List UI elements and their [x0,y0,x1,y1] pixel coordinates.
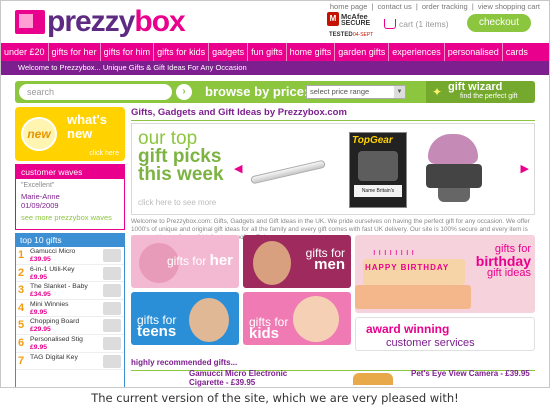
carousel-prev-icon[interactable]: ◀ [234,162,242,175]
product-thumbnail [103,301,121,315]
cart-count: (1 items) [415,19,449,29]
top-10-item[interactable]: 7 TAG Digital Key [16,353,124,371]
nav-item-gifts-for-kids[interactable]: gifts for kids [154,43,210,61]
review-quote: "Excellent" [21,182,55,189]
customer-waves-box: customer waves "Excellent" Marie-Anne 01/… [15,164,125,230]
price-range-select[interactable]: select price range ▼ [306,85,406,99]
main-nav: under £20 gifts for her gifts for him gi… [1,43,549,61]
home-page-link[interactable]: home page [330,2,368,11]
top-10-item[interactable]: 3 The Slanket - Baby £34.95 [16,282,124,300]
shopping-cart-icon [384,19,396,29]
whats-new-banner[interactable]: new what's new click here [15,107,125,161]
nav-item-garden-gifts[interactable]: garden gifts [335,43,390,61]
product-thumbnail [103,284,121,298]
logo-text: prezzybox [47,5,186,38]
checkout-button[interactable]: checkout [467,14,531,32]
nav-item-cards[interactable]: cards [503,43,531,61]
new-badge: new [21,117,57,151]
nav-item-gadgets[interactable]: gadgets [209,43,249,61]
reviewer-name: Marie-Anne [21,192,60,201]
top-10-item[interactable]: 2 6-in-1 Utili-Key £9.95 [16,265,124,283]
top-gift-picks-carousel: our top gift picks this week click here to… [131,123,535,215]
tile-gifts-for-men[interactable]: gifts for men [243,235,351,288]
browse-by-price-label: browse by price: [205,84,309,99]
top-links: home page | contact us | order tracking … [329,2,540,11]
candles-icon: ıııııııı [373,247,418,257]
prezzybox-logo[interactable]: prezzybox [15,5,186,38]
order-tracking-link[interactable]: order tracking [422,2,468,11]
search-input[interactable]: search [19,84,172,100]
gift-wizard-button[interactable]: ✦ gift wizard find the perfect gift [426,81,535,103]
birthday-gifts-banner[interactable]: ıııııııı HAPPY BIRTHDAY gifts for birthd… [355,235,535,313]
see-more-picks-link[interactable]: click here to see more [138,198,216,207]
carousel-next-icon[interactable]: ▶ [521,162,529,175]
product-thumbnail [103,249,121,262]
image-caption: The current version of the site, which w… [91,391,459,405]
product-thumbnail [103,336,121,350]
teen-photo [189,298,229,342]
nav-item-gifts-for-her[interactable]: gifts for her [49,43,101,61]
recommended-item-micro-cigarette[interactable]: Gamucci Micro Electronic Cigarette - £39.… [189,369,287,387]
review-date: 01/09/2009 [21,201,59,210]
whats-new-link[interactable]: click here [89,150,119,157]
tile-gifts-for-teens[interactable]: gifts for teens [131,292,239,345]
top-10-item[interactable]: 4 Mini Winnies £9.95 [16,300,124,318]
view-cart-link[interactable]: view shopping cart [478,2,540,11]
tile-gifts-for-her[interactable]: gifts for her [131,235,239,288]
contact-us-link[interactable]: contact us [378,2,412,11]
cart-label: cart [399,19,414,29]
page-title: Gifts, Gadgets and Gift Ideas by Prezzyb… [131,107,535,121]
chevron-down-icon: ▼ [394,86,405,98]
mcafee-secure-badge[interactable]: M McAfee SECURE TESTED 04-SEPT [327,12,377,40]
product-image-top-gear-magazine[interactable]: TopGear Name Britain's [349,132,407,208]
see-more-waves-link[interactable]: see more prezzybox waves [16,210,124,222]
dog-photo [353,373,393,385]
cart-summary[interactable]: cart (1 items) [384,17,462,31]
magic-wand-icon: ✦ [432,85,443,99]
nav-item-under-20[interactable]: under £20 [1,43,49,61]
product-thumbnail [103,266,121,280]
search-go-icon[interactable]: › [176,84,192,100]
customer-waves-title: customer waves [16,165,124,179]
tile-gifts-for-kids[interactable]: gifts for kids [243,292,351,345]
website-screenshot: prezzybox home page | contact us | order… [0,0,550,388]
top-10-item[interactable]: 1 Gamucci Micro £39.95 [16,247,124,265]
top-10-title: top 10 gifts [16,234,124,247]
product-thumbnail [103,319,121,333]
top-10-gifts-box: top 10 gifts 1 Gamucci Micro £39.95 2 6-… [15,233,125,387]
search-bar: search › browse by price: select price r… [15,81,535,103]
site-header: prezzybox home page | contact us | order… [1,1,549,43]
top-10-item[interactable]: 6 Personalised Stig £9.95 [16,335,124,353]
nav-item-fun-gifts[interactable]: fun gifts [248,43,287,61]
nav-item-experiences[interactable]: experiences [389,43,445,61]
child-photo [293,296,339,342]
top-10-item[interactable]: 5 Chopping Board £29.95 [16,317,124,335]
mcafee-shield-icon: M [327,12,339,26]
product-image-micro-cigarette[interactable] [250,159,326,185]
man-photo [253,241,291,285]
recommended-title: highly recommended gifts... [131,358,238,367]
nav-item-personalised[interactable]: personalised [445,43,503,61]
product-thumbnail [103,354,121,368]
welcome-strip: Welcome to Prezzybox... Unique Gifts & G… [1,61,549,75]
main-content: Gifts, Gadgets and Gift Ideas by Prezzyb… [131,107,535,387]
product-image-giant-cupcake-mould[interactable] [424,134,484,208]
recommended-item-pets-eye-camera[interactable]: Pet's Eye View Camera - £39.95 [411,369,530,378]
nav-item-gifts-for-him[interactable]: gifts for him [101,43,155,61]
nav-item-home-gifts[interactable]: home gifts [287,43,336,61]
award-winning-service-banner[interactable]: award winning customer services [355,317,535,351]
gift-box-logo-icon [15,10,45,34]
picks-heading[interactable]: our top gift picks this week [138,129,224,184]
